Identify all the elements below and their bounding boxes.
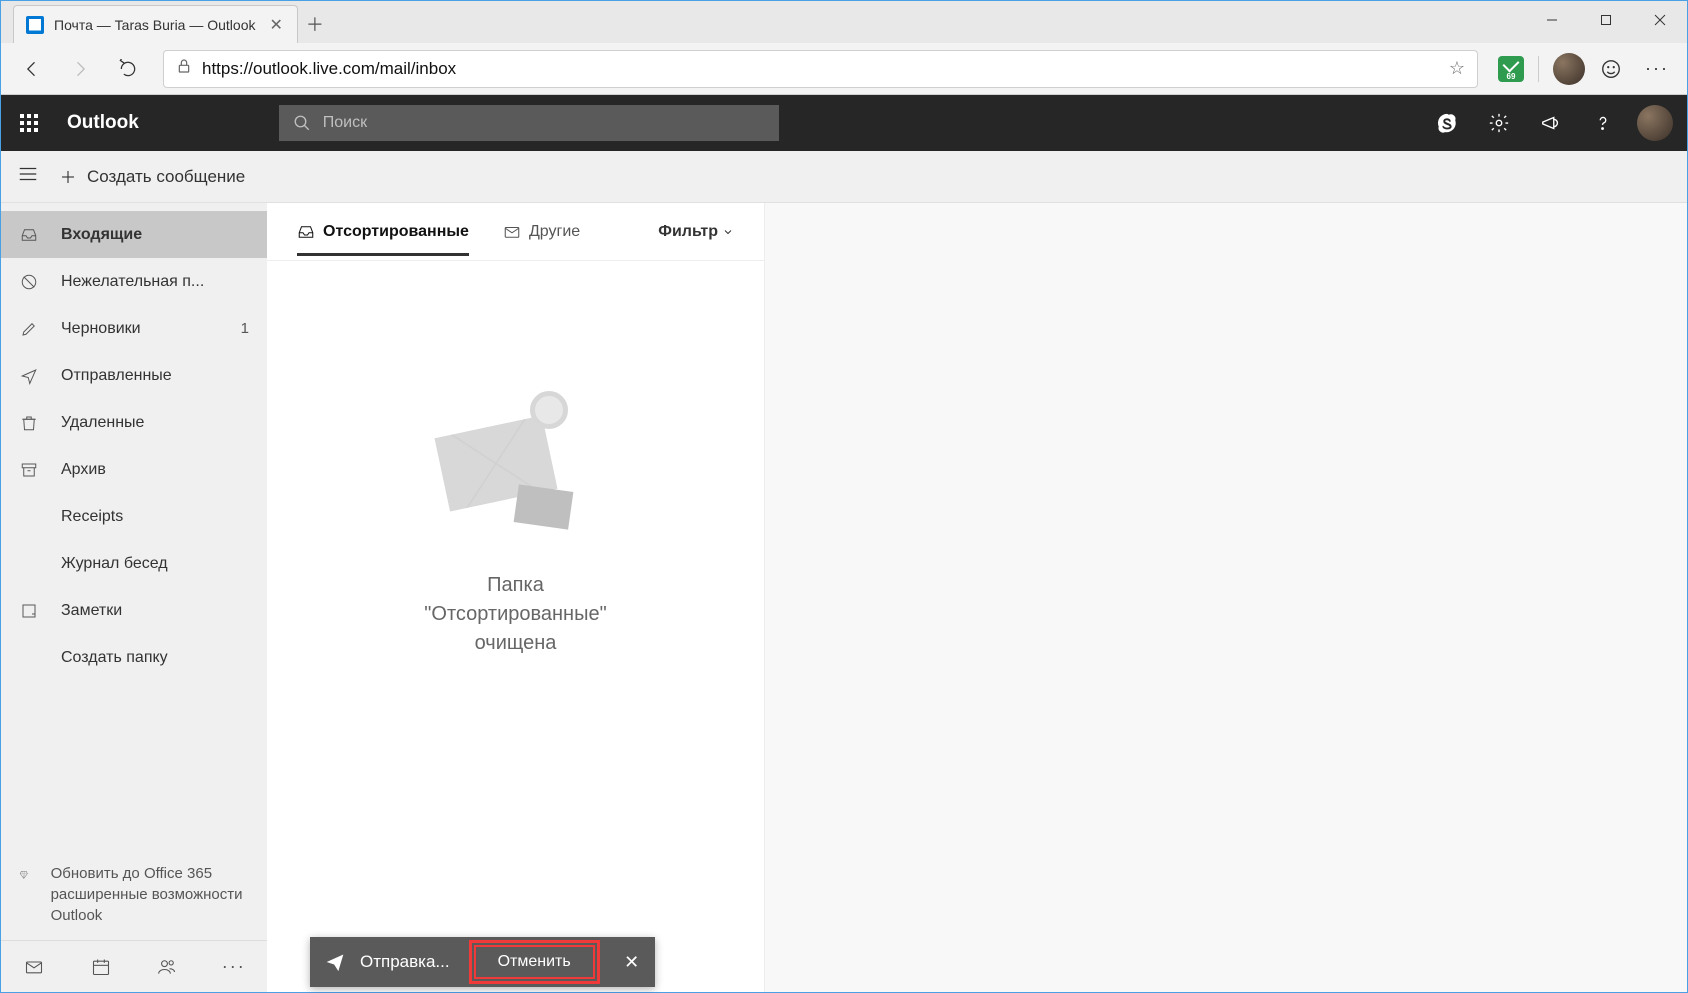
- empty-illustration: [436, 391, 596, 531]
- calendar-module-button[interactable]: [68, 941, 135, 992]
- archive-icon: [19, 461, 39, 479]
- nav-toggle-button[interactable]: [17, 163, 39, 190]
- folder-junk[interactable]: Нежелательная п...: [1, 258, 267, 305]
- filter-button[interactable]: Фильтр: [658, 223, 734, 241]
- note-icon: [19, 602, 39, 620]
- extension-badge-count: 69: [1507, 72, 1516, 81]
- compose-button[interactable]: Создать сообщение: [59, 167, 245, 187]
- app-launcher-button[interactable]: [1, 95, 57, 151]
- folder-label: Журнал бесед: [61, 555, 249, 573]
- upgrade-link[interactable]: Обновить до Office 365 расширенные возмо…: [1, 849, 267, 940]
- pivot-focused[interactable]: Отсортированные: [297, 209, 469, 255]
- minimize-button[interactable]: [1525, 1, 1579, 39]
- message-list-pane: Отсортированные Другие Фильтр Папка "Отс…: [267, 203, 765, 992]
- outlook-favicon: [26, 16, 44, 34]
- send-icon: [310, 952, 360, 972]
- folder-archive[interactable]: Архив: [1, 446, 267, 493]
- url-input[interactable]: [202, 59, 1439, 79]
- folder-label: Входящие: [61, 226, 249, 244]
- forward-button[interactable]: [59, 48, 101, 90]
- pivot-bar: Отсортированные Другие Фильтр: [267, 203, 764, 261]
- search-icon: [293, 114, 311, 132]
- module-switcher: ···: [1, 940, 267, 992]
- trash-icon: [19, 414, 39, 432]
- people-module-button[interactable]: [134, 941, 201, 992]
- empty-text: Папка "Отсортированные" очищена: [424, 571, 606, 658]
- announcements-button[interactable]: [1525, 95, 1577, 151]
- folder-receipts[interactable]: Receipts: [1, 493, 267, 540]
- mail-module-button[interactable]: [1, 941, 68, 992]
- empty-state: Папка "Отсортированные" очищена: [267, 261, 764, 992]
- close-window-button[interactable]: [1633, 1, 1687, 39]
- folder-sidebar: Входящие Нежелательная п... Черновики 1 Отпр…: [1, 203, 267, 992]
- folder-drafts[interactable]: Черновики 1: [1, 305, 267, 352]
- browser-titlebar: Почта — Taras Buria — Outlook ✕ ＋: [1, 1, 1687, 43]
- extension-badge[interactable]: 69: [1498, 56, 1524, 82]
- tab-close-icon[interactable]: ✕: [266, 15, 287, 35]
- pivot-other-label: Другие: [529, 223, 580, 241]
- brand-label: Outlook: [67, 112, 139, 134]
- inbox-icon: [19, 226, 39, 244]
- browser-tab[interactable]: Почта — Taras Buria — Outlook ✕: [13, 5, 298, 43]
- main-region: Входящие Нежелательная п... Черновики 1 Отпр…: [1, 203, 1687, 992]
- inbox-icon: [297, 223, 315, 241]
- skype-button[interactable]: [1421, 95, 1473, 151]
- filter-label: Фильтр: [658, 223, 718, 241]
- plus-icon: [59, 168, 77, 186]
- chevron-down-icon: [722, 226, 734, 238]
- help-button[interactable]: [1577, 95, 1629, 151]
- waffle-icon: [20, 114, 38, 132]
- folder-newfolder[interactable]: Создать папку: [1, 634, 267, 681]
- maximize-button[interactable]: [1579, 1, 1633, 39]
- folder-label: Заметки: [61, 602, 249, 620]
- undo-send-button[interactable]: Отменить: [474, 945, 595, 979]
- command-bar: Создать сообщение: [1, 151, 1687, 203]
- diamond-icon: [19, 863, 29, 926]
- folder-deleted[interactable]: Удаленные: [1, 399, 267, 446]
- mail-icon: [503, 223, 521, 241]
- more-menu-button[interactable]: ···: [1637, 49, 1677, 89]
- lock-icon: [176, 58, 192, 79]
- upgrade-text: Обновить до Office 365 расширенные возмо…: [51, 863, 249, 926]
- folder-list: Входящие Нежелательная п... Черновики 1 Отпр…: [1, 203, 267, 849]
- search-box[interactable]: [279, 105, 779, 141]
- pivot-other[interactable]: Другие: [503, 209, 580, 255]
- window-controls: [1525, 1, 1687, 39]
- folder-label: Архив: [61, 461, 249, 479]
- tab-title: Почта — Taras Buria — Outlook: [54, 17, 256, 33]
- more-modules-button[interactable]: ···: [201, 941, 268, 992]
- pivot-focused-label: Отсортированные: [323, 223, 469, 241]
- profile-avatar[interactable]: [1553, 53, 1585, 85]
- folder-label: Нежелательная п...: [61, 273, 249, 291]
- folder-inbox[interactable]: Входящие: [1, 211, 267, 258]
- toast-text: Отправка...: [360, 952, 474, 972]
- account-avatar[interactable]: [1637, 105, 1673, 141]
- settings-button[interactable]: [1473, 95, 1525, 151]
- sending-toast: Отправка... Отменить ✕: [310, 937, 655, 987]
- folder-notes[interactable]: Заметки: [1, 587, 267, 634]
- browser-toolbar: ☆ 69 ···: [1, 43, 1687, 95]
- toast-close-button[interactable]: ✕: [609, 937, 655, 987]
- folder-sent[interactable]: Отправленные: [1, 352, 267, 399]
- search-input[interactable]: [323, 114, 765, 132]
- folder-convlog[interactable]: Журнал бесед: [1, 540, 267, 587]
- reading-pane: [765, 203, 1687, 992]
- compose-label: Создать сообщение: [87, 167, 245, 187]
- favorite-icon[interactable]: ☆: [1449, 58, 1465, 79]
- pencil-icon: [19, 320, 39, 338]
- address-bar[interactable]: ☆: [163, 50, 1478, 88]
- folder-label: Создать папку: [61, 649, 249, 667]
- folder-label: Удаленные: [61, 414, 249, 432]
- suite-bar: Outlook: [1, 95, 1687, 151]
- folder-label: Черновики: [61, 320, 219, 338]
- folder-count: 1: [241, 320, 249, 337]
- new-tab-button[interactable]: ＋: [298, 7, 332, 41]
- refresh-button[interactable]: [107, 48, 149, 90]
- folder-label: Receipts: [61, 508, 249, 526]
- folder-label: Отправленные: [61, 367, 249, 385]
- feedback-icon[interactable]: [1591, 49, 1631, 89]
- send-icon: [19, 367, 39, 385]
- block-icon: [19, 273, 39, 291]
- back-button[interactable]: [11, 48, 53, 90]
